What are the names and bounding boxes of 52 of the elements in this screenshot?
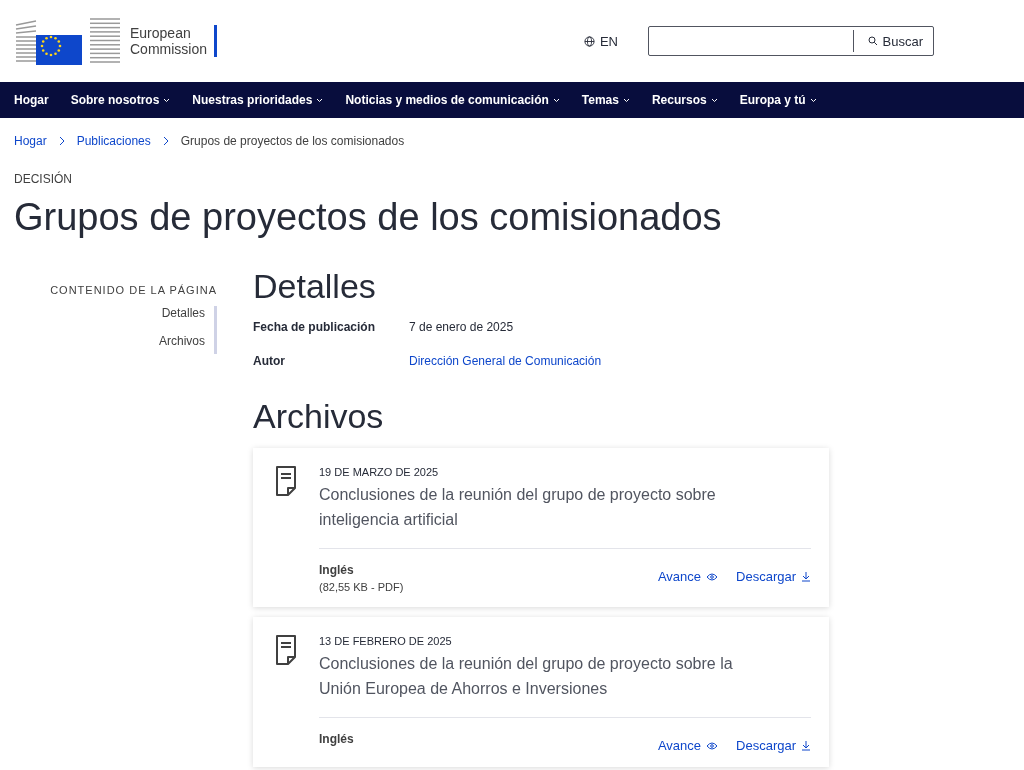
language-link[interactable]: EN: [583, 33, 618, 49]
globe-icon: [583, 35, 595, 47]
search-field[interactable]: Buscar: [648, 26, 934, 56]
nav-menu-item[interactable]: Noticias y medios de comunicación: [345, 93, 560, 107]
preview-link[interactable]: Avance: [657, 738, 719, 753]
nav-menu-item[interactable]: Sobre nosotros: [70, 93, 171, 107]
nav-menu-item[interactable]: Europa y tú: [739, 93, 817, 107]
file-date: 13 DE FEBRERO DE 2025: [319, 635, 453, 647]
chevron-down-icon: [163, 97, 171, 103]
breadcrumb-link[interactable]: Grupos de proyectos de los comisionados: [180, 133, 405, 148]
preview-link[interactable]: Avance: [657, 569, 719, 584]
document-icon: [275, 466, 297, 496]
file-title: Conclusiones de la reunión del grupo de proyecto sobre la Unión Europea de Ahorros e Inversiones: [319, 654, 734, 699]
chevron-right-icon: [58, 135, 65, 146]
file-title: Conclusiones de la reunión del grupo de proyecto sobre inteligencia artificial: [319, 485, 717, 530]
download-icon: [801, 740, 811, 751]
page-title: Grupos de proyectos de los comisionados: [14, 195, 723, 240]
search-icon: [867, 36, 878, 46]
document-icon: [275, 635, 297, 665]
file-size: (82,55 KB - PDF): [319, 581, 404, 593]
download-link[interactable]: Descargar: [736, 569, 811, 584]
detail-label: Autor: [253, 354, 286, 368]
file-date: 19 DE MARZO DE 2025: [319, 466, 440, 478]
nav-menu-item[interactable]: Nuestras prioridades: [192, 93, 324, 107]
nav-menu-item[interactable]: Hogar: [14, 93, 49, 107]
download-link[interactable]: Descargar: [736, 738, 811, 753]
chevron-right-icon: [162, 135, 169, 146]
file-language: Inglés: [319, 563, 355, 577]
logo-text: European Commission: [130, 25, 217, 57]
toc-link[interactable]: Detalles: [161, 306, 205, 320]
eye-icon: [706, 572, 719, 581]
detail-value: 7 de enero de 2025: [409, 320, 514, 334]
breadcrumb-link[interactable]: Hogar: [14, 133, 47, 148]
chevron-down-icon: [710, 97, 718, 103]
eye-icon: [706, 741, 719, 750]
author-link[interactable]: Dirección General de Comunicación: [409, 354, 602, 368]
nav-menu-item[interactable]: Recursos: [651, 93, 718, 107]
search-button[interactable]: Buscar: [857, 33, 933, 49]
nav-menu-item[interactable]: Temas: [581, 93, 630, 107]
page-type-label: DECISIÓN: [13, 170, 73, 186]
file-language: Inglés: [319, 732, 354, 746]
chevron-down-icon: [622, 97, 630, 103]
section-heading: Detalles: [253, 266, 377, 306]
download-icon: [801, 571, 811, 582]
toc-heading: CONTENIDO DE LA PÁGINA: [50, 284, 217, 296]
section-heading: Archivos: [253, 396, 385, 436]
detail-label: Fecha de publicación: [253, 320, 377, 334]
chevron-down-icon: [316, 97, 324, 103]
breadcrumb-link[interactable]: Publicaciones: [76, 133, 151, 148]
chevron-down-icon: [552, 97, 560, 103]
chevron-down-icon: [809, 97, 817, 103]
toc-link[interactable]: Archivos: [159, 334, 205, 348]
